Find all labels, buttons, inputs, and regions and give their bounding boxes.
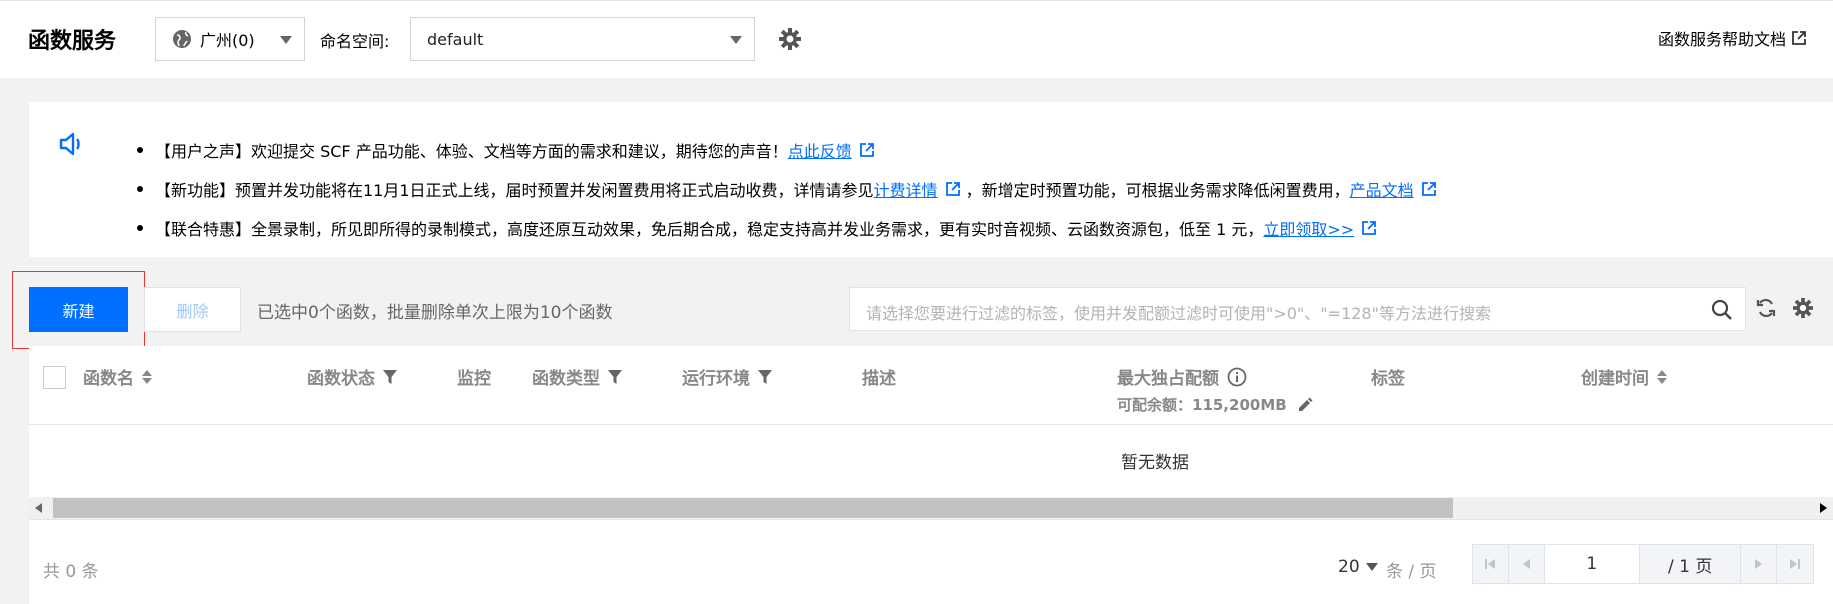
refresh-icon[interactable] [1756, 298, 1776, 318]
per-page-label: 条 / 页 [1386, 562, 1437, 582]
announcement-panel: 【用户之声】欢迎提交 SCF 产品功能、体验、文档等方面的需求和建议，期待您的声… [29, 102, 1833, 257]
select-all-checkbox[interactable] [43, 366, 66, 389]
selection-info: 已选中0个函数，批量删除单次上限为10个函数 [257, 303, 613, 323]
search-icon[interactable] [1711, 299, 1733, 321]
bullet [137, 185, 143, 192]
filter-icon[interactable] [758, 369, 772, 384]
chevron-down-icon [730, 36, 742, 44]
column-settings-gear-icon[interactable] [1793, 298, 1813, 318]
first-page-icon [1485, 559, 1496, 569]
column-header-runtime[interactable]: 运行环境 [682, 364, 772, 389]
scroll-right-arrow-icon[interactable] [1820, 503, 1827, 513]
column-label: 最大独占配额 [1117, 369, 1219, 389]
bullet [137, 224, 143, 231]
column-label: 描述 [862, 369, 896, 389]
column-header-monitor: 监控 [457, 364, 491, 389]
announcement-text: 【新功能】预置并发功能将在11月1日正式上线，届时预置并发闲置费用将正式启动收费… [155, 180, 874, 200]
external-link-icon [1362, 220, 1377, 235]
last-page-icon [1790, 559, 1801, 569]
namespace-select[interactable]: default [410, 17, 755, 61]
column-header-type[interactable]: 函数类型 [532, 364, 622, 389]
top-header: 函数服务 广州(0) 命名空间: default 函数服务帮助文档 [0, 0, 1833, 78]
horizontal-scrollbar[interactable] [29, 497, 1833, 519]
filter-icon[interactable] [383, 369, 397, 384]
chevron-down-icon [280, 36, 292, 44]
quota-balance: 可配余额：115,200MB [1117, 394, 1313, 415]
quota-balance-text: 可配余额：115,200MB [1117, 396, 1287, 414]
search-placeholder: 请选择您要进行过滤的标签，使用并发配额过滤时可使用">0"、"=128"等方法进… [866, 304, 1491, 323]
next-page-icon [1754, 559, 1762, 569]
info-icon[interactable] [1227, 367, 1247, 387]
page-number-input[interactable]: 1 [1544, 545, 1641, 583]
column-header-max-quota: 最大独占配额 [1117, 364, 1247, 389]
prev-page-button[interactable] [1508, 545, 1545, 583]
last-page-button[interactable] [1777, 545, 1814, 583]
sort-icon[interactable] [142, 369, 152, 384]
column-label: 标签 [1371, 369, 1405, 389]
announcement-item: 【用户之声】欢迎提交 SCF 产品功能、体验、文档等方面的需求和建议，期待您的声… [107, 130, 1442, 169]
help-doc-link[interactable]: 函数服务帮助文档 [1658, 26, 1806, 50]
table-header: 函数名 函数状态 监控 函数类型 运行环境 描述 最大独占配额 可配余额：115… [29, 346, 1833, 425]
page-size-select[interactable]: 20 [1338, 557, 1378, 577]
search-input[interactable]: 请选择您要进行过滤的标签，使用并发配额过滤时可使用">0"、"=128"等方法进… [849, 287, 1746, 331]
scrollbar-thumb[interactable] [53, 498, 1453, 518]
chevron-down-icon [1365, 563, 1378, 571]
column-header-tags: 标签 [1371, 364, 1405, 389]
announcement-text: 【联合特惠】全景录制，所见即所得的录制模式，高度还原互动效果，免后期合成，稳定支… [155, 219, 1264, 239]
column-header-description: 描述 [862, 364, 896, 389]
announcement-text: 【用户之声】欢迎提交 SCF 产品功能、体验、文档等方面的需求和建议，期待您的声… [155, 141, 788, 161]
page-total-label: / 1 页 [1640, 545, 1742, 583]
help-doc-label: 函数服务帮助文档 [1658, 30, 1787, 49]
gear-icon[interactable] [779, 28, 801, 50]
namespace-label: 命名空间: [320, 32, 390, 51]
function-table: 函数名 函数状态 监控 函数类型 运行环境 描述 最大独占配额 可配余额：115… [29, 346, 1833, 604]
announcement-item: 【新功能】预置并发功能将在11月1日正式上线，届时预置并发闲置费用将正式启动收费… [107, 169, 1442, 208]
speaker-icon [59, 132, 85, 156]
column-label: 函数类型 [532, 369, 600, 389]
first-page-button[interactable] [1473, 545, 1509, 583]
bullet [137, 146, 143, 153]
announcement-item: 【联合特惠】全景录制，所见即所得的录制模式，高度还原互动效果，免后期合成，稳定支… [107, 208, 1442, 247]
next-page-button[interactable] [1741, 545, 1778, 583]
column-header-name[interactable]: 函数名 [83, 364, 152, 389]
claim-offer-link[interactable]: 立即领取>> [1263, 216, 1354, 240]
globe-icon [172, 29, 192, 49]
pager: 1 / 1 页 [1472, 544, 1814, 584]
edit-pencil-icon[interactable] [1297, 397, 1313, 413]
external-link-icon [1421, 181, 1436, 196]
feedback-link[interactable]: 点此反馈 [788, 138, 852, 162]
delete-button[interactable]: 删除 [144, 287, 241, 332]
column-label: 函数名 [83, 369, 134, 389]
scroll-left-arrow-icon[interactable] [35, 503, 42, 513]
announcement-text: ，新增定时预置功能，可根据业务需求降低闲置费用， [965, 180, 1350, 200]
column-label: 创建时间 [1581, 369, 1649, 389]
external-link-icon [1792, 31, 1806, 45]
announcement-list: 【用户之声】欢迎提交 SCF 产品功能、体验、文档等方面的需求和建议，期待您的声… [107, 130, 1442, 247]
sort-icon[interactable] [1657, 369, 1667, 384]
namespace-value: default [427, 30, 484, 49]
create-function-button[interactable]: 新建 [29, 287, 128, 332]
column-label: 运行环境 [682, 369, 750, 389]
column-label: 监控 [457, 369, 491, 389]
total-count: 共 0 条 [43, 562, 99, 582]
empty-state-text: 暂无数据 [1121, 453, 1189, 473]
column-header-created-time[interactable]: 创建时间 [1581, 364, 1667, 389]
page-title: 函数服务 [28, 29, 117, 54]
pagination-bar: 共 0 条 20 条 / 页 1 / 1 页 [29, 519, 1833, 604]
region-select[interactable]: 广州(0) [155, 17, 305, 61]
product-docs-link[interactable]: 产品文档 [1350, 177, 1414, 201]
external-link-icon [945, 181, 960, 196]
external-link-icon [859, 142, 874, 157]
billing-details-link[interactable]: 计费详情 [874, 177, 938, 201]
page-size-value: 20 [1338, 557, 1360, 577]
prev-page-icon [1523, 559, 1531, 569]
column-header-status[interactable]: 函数状态 [307, 364, 397, 389]
region-label: 广州(0) [200, 31, 255, 50]
filter-icon[interactable] [608, 369, 622, 384]
column-label: 函数状态 [307, 369, 375, 389]
